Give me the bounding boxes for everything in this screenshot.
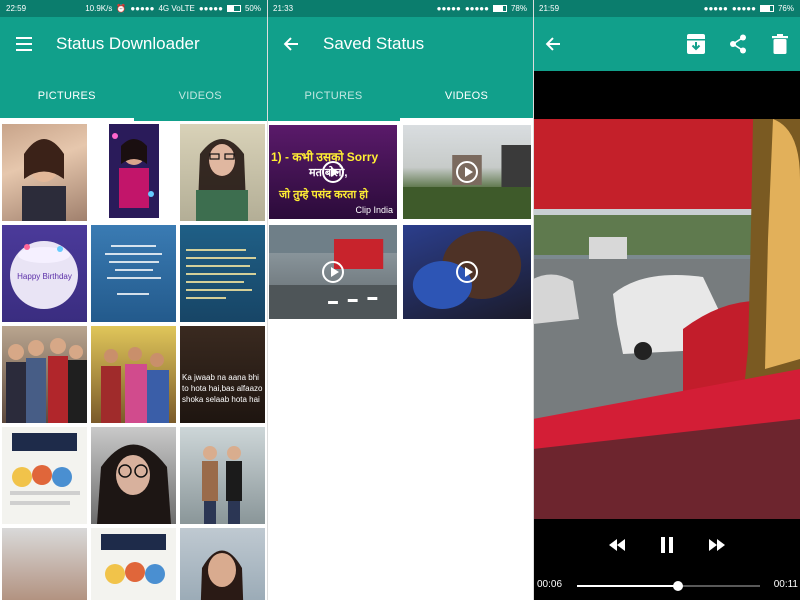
hamburger-menu-icon[interactable] [14, 34, 34, 54]
video-thumb[interactable] [403, 225, 531, 319]
play-icon[interactable] [456, 161, 478, 183]
battery-percent: 76% [777, 4, 794, 13]
status-downloader-screen: 22:59 10.9K/s ⏰ ●●●●● 4G VoLTE ●●●●● 50%… [0, 0, 267, 600]
status-time: 21:33 [273, 4, 294, 13]
duration-time: 00:11 [773, 579, 798, 590]
fast-forward-icon[interactable] [707, 535, 727, 555]
app-bar: Saved Status [267, 17, 533, 71]
signal-icon-2: ●●●●● [198, 4, 223, 13]
tab-videos[interactable]: VIDEOS [400, 71, 533, 121]
arrow-back-icon[interactable] [281, 34, 301, 54]
tab-bar: PICTURES VIDEOS [267, 71, 533, 121]
play-icon[interactable] [456, 261, 478, 283]
battery-percent: 50% [244, 4, 261, 13]
status-bar: 22:59 10.9K/s ⏰ ●●●●● 4G VoLTE ●●●●● 50% [0, 0, 267, 17]
app-title: Saved Status [323, 34, 425, 53]
picture-thumb[interactable] [180, 427, 265, 524]
status-time: 21:59 [539, 4, 560, 13]
status-time: 22:59 [6, 4, 27, 13]
video-frame[interactable] [533, 119, 800, 519]
signal-icon-2: ●●●●● [464, 4, 489, 13]
cake-caption: Happy Birthday [17, 272, 72, 281]
panel-divider [267, 0, 268, 600]
app-title: Status Downloader [56, 34, 200, 53]
picture-thumb[interactable] [2, 528, 87, 600]
arrow-back-icon[interactable] [543, 34, 563, 54]
rewind-icon[interactable] [607, 535, 627, 555]
picture-thumb[interactable] [180, 528, 265, 600]
quote-caption: Ka jwaab na aana bhi to hota hai,bas alf… [182, 373, 263, 404]
share-icon[interactable] [728, 34, 748, 54]
elapsed-time: 00:06 [537, 579, 563, 590]
battery-icon [492, 5, 507, 12]
picture-thumb[interactable] [2, 326, 87, 423]
signal-icon: ●●●●● [130, 4, 155, 13]
video-thumb[interactable]: 1) - कभी उसको Sorry मत बोलो, जो तुम्हे प… [269, 125, 397, 219]
archive-download-icon[interactable] [686, 34, 706, 54]
panel-divider [533, 0, 534, 600]
video-thumb[interactable] [403, 125, 531, 219]
signal-icon: ●●●●● [436, 4, 461, 13]
picture-thumb[interactable] [180, 225, 265, 322]
seek-bar-thumb[interactable] [672, 581, 683, 591]
picture-thumb[interactable] [2, 427, 87, 524]
app-bar: Status Downloader [0, 17, 267, 71]
player-controls: 00:06 00:11 [533, 519, 800, 600]
picture-thumb[interactable] [91, 528, 176, 600]
pause-icon[interactable] [657, 535, 677, 555]
alarm-icon: ⏰ [116, 4, 127, 13]
saved-status-screen: 21:33 ●●●●● ●●●●● 78% Saved Status PICTU… [267, 0, 533, 600]
status-bar: 21:33 ●●●●● ●●●●● 78% [267, 0, 533, 17]
video-player-screen: 21:59 ●●●●● ●●●●● 76% 00:06 00:11 [533, 0, 800, 600]
picture-thumb[interactable]: Ka jwaab na aana bhi to hota hai,bas alf… [180, 326, 265, 423]
network-type: 4G VoLTE [158, 4, 195, 13]
seek-bar-fill [577, 585, 678, 587]
pictures-grid: Happy Birthday Ka jwaab na aana bhi to h… [0, 121, 267, 600]
video-watermark: Clip India [355, 205, 393, 215]
battery-percent: 78% [510, 4, 527, 13]
seek-bar-row: 00:06 00:11 [533, 577, 800, 593]
tab-pictures[interactable]: PICTURES [0, 71, 134, 121]
video-thumb[interactable] [269, 225, 397, 319]
picture-thumb[interactable] [180, 124, 265, 221]
tab-pictures[interactable]: PICTURES [267, 71, 400, 121]
network-speed: 10.9K/s [85, 4, 113, 13]
video-letterbox [533, 71, 800, 119]
seek-bar[interactable] [577, 581, 760, 591]
signal-icon-2: ●●●●● [731, 4, 756, 13]
picture-thumb[interactable]: Happy Birthday [2, 225, 87, 322]
battery-icon [226, 5, 241, 12]
video-caption-line3: जो तुम्हे पसंद करता हो [279, 189, 368, 201]
picture-thumb[interactable] [2, 124, 87, 221]
picture-thumb[interactable] [91, 124, 176, 221]
battery-icon [759, 5, 774, 12]
signal-icon: ●●●●● [703, 4, 728, 13]
picture-thumb[interactable] [91, 225, 176, 322]
status-bar: 21:59 ●●●●● ●●●●● 76% [533, 0, 800, 17]
picture-thumb[interactable] [91, 326, 176, 423]
trash-icon[interactable] [770, 34, 790, 54]
picture-thumb[interactable] [91, 427, 176, 524]
app-bar [533, 17, 800, 71]
tab-videos[interactable]: VIDEOS [134, 71, 268, 121]
play-icon[interactable] [322, 261, 344, 283]
tab-bar: PICTURES VIDEOS [0, 71, 267, 121]
play-icon[interactable] [322, 161, 344, 183]
videos-grid: 1) - कभी उसको Sorry मत बोलो, जो तुम्हे प… [267, 121, 533, 323]
